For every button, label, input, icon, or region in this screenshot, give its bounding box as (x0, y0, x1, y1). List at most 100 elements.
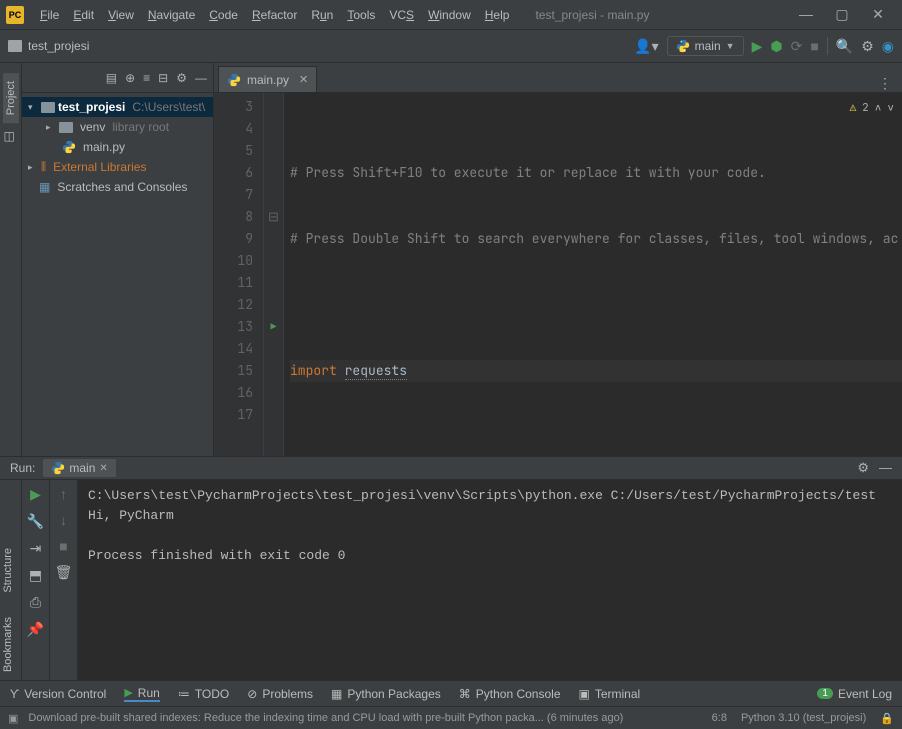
run-tool-tab[interactable]: ▶Run (124, 686, 159, 702)
chevron-right-icon[interactable]: ▸ (46, 122, 56, 133)
interpreter-widget[interactable]: Python 3.10 (test_projesi) (741, 712, 866, 724)
run-tab-main[interactable]: main ✕ (43, 459, 115, 477)
line-number: 3 (214, 96, 253, 118)
caret-position[interactable]: 6:8 (712, 712, 727, 724)
label: Event Log (838, 687, 892, 701)
collapse-all-icon[interactable]: ⊟ (158, 71, 168, 85)
python-icon (51, 461, 65, 475)
menu-window[interactable]: Window (422, 5, 477, 25)
up-stack-button[interactable]: ↑ (60, 486, 67, 502)
run-config-selector[interactable]: main ▼ (667, 36, 744, 56)
tree-main-file[interactable]: main.py (22, 137, 213, 157)
lock-icon[interactable]: 🔒 (880, 712, 894, 725)
run-button[interactable]: ▶ (752, 38, 763, 55)
modify-run-config-button[interactable]: 🔧 (27, 513, 44, 530)
prev-highlight-icon[interactable]: ∧ (875, 97, 882, 119)
editor-tab-main[interactable]: main.py ✕ (218, 66, 317, 92)
coverage-button[interactable]: ⟳ (791, 38, 803, 55)
line-number: 16 (214, 382, 253, 404)
project-tool-tab[interactable]: Project (3, 73, 19, 123)
project-view-combo[interactable]: ▤ (106, 71, 117, 85)
menu-help[interactable]: Help (479, 5, 516, 25)
stop-button[interactable]: ■ (810, 38, 818, 54)
python-packages-tool-tab[interactable]: ▦Python Packages (331, 687, 441, 701)
status-bar: ▣ Download pre-built shared indexes: Red… (0, 706, 902, 729)
code-identifier: requests (345, 362, 407, 380)
close-tab-icon[interactable]: ✕ (299, 73, 308, 86)
print-button[interactable]: ⎙ (30, 594, 41, 611)
python-console-tool-tab[interactable]: ⌘Python Console (459, 687, 561, 701)
settings-button[interactable]: ⚙ (861, 38, 874, 55)
folder-icon (59, 122, 73, 133)
commit-tool-icon[interactable]: ◫ (4, 129, 18, 143)
todo-tool-tab[interactable]: ≔TODO (178, 687, 229, 701)
project-panel-header: ▤ ⊕ ≡ ⊟ ⚙ — (22, 63, 213, 93)
search-everywhere-button[interactable]: 🔍 (836, 38, 853, 55)
run-settings-icon[interactable]: ⚙ (857, 460, 869, 476)
run-config-name: main (695, 39, 721, 53)
structure-tool-tab[interactable]: Structure (0, 540, 16, 601)
rerun-button[interactable]: ▶ (30, 486, 41, 503)
menu-tools[interactable]: Tools (341, 5, 381, 25)
tree-external-label: External Libraries (53, 160, 146, 174)
status-message[interactable]: Download pre-built shared indexes: Reduc… (28, 712, 623, 724)
tree-venv-label: venv (80, 120, 105, 134)
menu-refactor[interactable]: Refactor (246, 5, 303, 25)
hide-run-panel-icon[interactable]: — (879, 460, 892, 476)
panel-settings-icon[interactable]: ⚙ (176, 71, 187, 85)
chevron-down-icon[interactable]: ▾ (28, 102, 38, 113)
problems-tool-tab[interactable]: ⊘Problems (247, 687, 313, 701)
menu-edit[interactable]: Edit (67, 5, 100, 25)
chevron-right-icon[interactable]: ▸ (28, 162, 38, 173)
close-run-tab-icon[interactable]: ✕ (99, 463, 107, 474)
chevron-down-icon: ▼ (726, 41, 735, 51)
editor-tabs-more[interactable]: ⋮ (868, 75, 902, 92)
bookmarks-tool-tab[interactable]: Bookmarks (0, 609, 16, 680)
tree-venv[interactable]: ▸ venv library root (22, 117, 213, 137)
event-log-tool-tab[interactable]: 1 Event Log (817, 687, 892, 701)
pin-tab-button[interactable]: 📌 (27, 621, 44, 638)
python-file-icon (227, 73, 241, 87)
breadcrumb[interactable]: test_projesi (8, 39, 89, 53)
tree-scratches-label: Scratches and Consoles (57, 180, 187, 194)
tool-window-quick-access-icon[interactable]: ▣ (8, 712, 18, 725)
debug-button[interactable]: ⬢ (770, 38, 782, 55)
line-number: 6 (214, 162, 253, 184)
next-highlight-icon[interactable]: ∨ (887, 97, 894, 119)
inspection-widget[interactable]: ⚠ 2 ∧ ∨ (850, 97, 894, 119)
tree-external-libs[interactable]: ▸ ⫼ External Libraries (22, 157, 213, 177)
scroll-to-end-button[interactable]: ⬒ (29, 567, 42, 584)
menu-file[interactable]: File (34, 5, 65, 25)
menu-navigate[interactable]: Navigate (142, 5, 201, 25)
project-tree[interactable]: ▾ test_projesi C:\Users\test\ ▸ venv lib… (22, 93, 213, 201)
clear-all-button[interactable]: 🗑 (55, 564, 73, 581)
editor-area: main.py ✕ ⋮ 3 4 5 6 7 8 9 10 11 12 13 14… (214, 63, 902, 456)
minimize-button[interactable]: — (794, 6, 818, 23)
fold-icon[interactable]: ⊟ (264, 206, 283, 228)
tree-file-label: main.py (83, 140, 125, 154)
run-gutter-icon[interactable]: ▶ (264, 316, 283, 338)
maximize-button[interactable]: ▢ (830, 6, 854, 23)
close-button[interactable]: ✕ (866, 6, 890, 23)
menu-vcs[interactable]: VCS (383, 5, 420, 25)
add-user-icon[interactable]: 👤▾ (634, 38, 658, 55)
select-opened-file-icon[interactable]: ⊕ (125, 71, 135, 85)
menu-run[interactable]: Run (305, 5, 339, 25)
expand-all-icon[interactable]: ≡ (143, 71, 150, 85)
run-tab-label: main (69, 461, 95, 475)
tree-scratches[interactable]: ▦ Scratches and Consoles (22, 177, 213, 197)
code-area[interactable]: ⚠ 2 ∧ ∨ # Press Shift+F10 to execute it … (284, 93, 902, 456)
hide-panel-icon[interactable]: — (195, 71, 207, 85)
stop-button[interactable]: ■ (59, 538, 67, 554)
code-with-me-button[interactable]: ◉ (882, 38, 894, 55)
menu-view[interactable]: View (102, 5, 140, 25)
run-tool-window: Run: main ✕ ⚙ — Structure Bookmarks ▶ 🔧 … (0, 456, 902, 680)
run-output[interactable]: C:\Users\test\PycharmProjects\test_proje… (78, 480, 902, 680)
vcs-tool-tab[interactable]: ƳVersion Control (10, 687, 106, 701)
editor[interactable]: 3 4 5 6 7 8 9 10 11 12 13 14 15 16 17 ⊟ (214, 93, 902, 456)
toggle-soft-wrap-button[interactable]: ⇥ (30, 540, 42, 557)
down-stack-button[interactable]: ↓ (60, 512, 67, 528)
terminal-tool-tab[interactable]: ▣Terminal (579, 687, 641, 701)
tree-root[interactable]: ▾ test_projesi C:\Users\test\ (22, 97, 213, 117)
menu-code[interactable]: Code (203, 5, 244, 25)
